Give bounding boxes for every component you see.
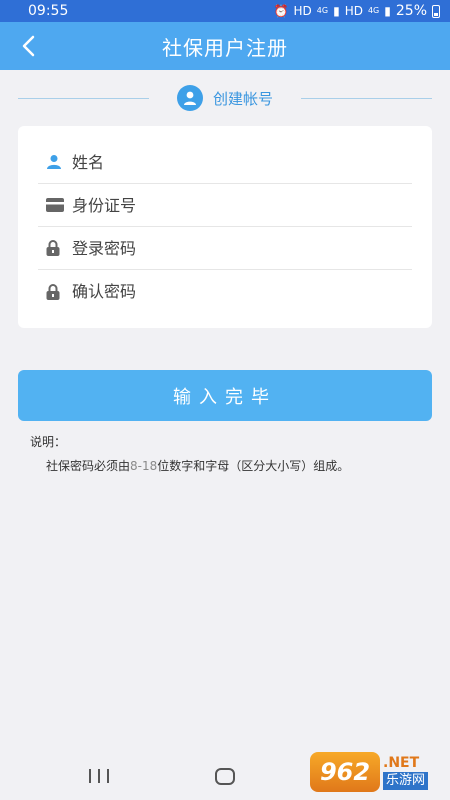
confirm-password-input[interactable]: [72, 282, 412, 301]
network-4g-label: 4G: [316, 6, 329, 15]
home-button[interactable]: [215, 768, 235, 785]
watermark-logo: 962 .NET 乐游网: [310, 748, 444, 796]
user-icon: [38, 154, 72, 170]
password-input[interactable]: [72, 238, 412, 258]
name-field-row: [38, 141, 412, 184]
watermark-site: 乐游网: [383, 772, 429, 790]
confirm-password-field-row: [38, 270, 412, 313]
notes-text: 社保密码必须由8-18位数字和字母（区分大小写）组成。: [46, 457, 349, 474]
notes-text-highlight: 8-18: [130, 459, 158, 473]
lock-icon: [38, 240, 72, 256]
section-divider: 创建帐号: [18, 82, 433, 114]
notes-text-before: 社保密码必须由: [46, 459, 131, 473]
watermark-side: .NET 乐游网: [383, 754, 429, 790]
recent-apps-button[interactable]: [89, 769, 109, 783]
id-number-input[interactable]: [72, 195, 412, 215]
submit-button[interactable]: 输入完毕: [18, 370, 432, 421]
battery-icon: [432, 4, 440, 18]
status-bar: 09:55 ⏰ HD 4G ▮ HD 4G ▮ 25%: [0, 0, 450, 22]
signal-icon: ▮: [333, 4, 340, 18]
alarm-icon: ⏰: [273, 4, 289, 18]
watermark-net: .NET: [383, 755, 420, 771]
app-header: 社保用户注册: [0, 22, 450, 70]
recent-apps-icon: [89, 769, 91, 783]
chevron-left-icon: [22, 35, 35, 57]
back-button[interactable]: [12, 30, 44, 62]
account-icon: [177, 85, 203, 111]
password-field-row: [38, 227, 412, 270]
watermark-962: 962: [310, 752, 380, 792]
hd-label: HD: [293, 4, 312, 18]
network-4g-label-2: 4G: [367, 6, 380, 15]
registration-form: [18, 126, 432, 328]
battery-percent: 25%: [395, 3, 427, 19]
name-input[interactable]: [72, 152, 412, 172]
signal-icon-2: ▮: [384, 4, 391, 18]
divider-line-right: [301, 97, 433, 99]
status-indicators: ⏰ HD 4G ▮ HD 4G ▮ 25%: [274, 3, 440, 19]
page-title: 社保用户注册: [162, 35, 288, 60]
id-card-icon: [38, 198, 72, 212]
section-heading: 创建帐号: [149, 85, 301, 111]
lock-icon: [38, 283, 72, 300]
divider-line-left: [18, 97, 149, 99]
hd-label-2: HD: [344, 4, 363, 18]
section-label: 创建帐号: [213, 89, 274, 108]
status-time: 09:55: [28, 3, 69, 19]
notes-text-after: 位数字和字母（区分大小写）组成。: [157, 459, 350, 473]
id-number-field-row: [38, 184, 412, 227]
notes-title: 说明：: [30, 435, 67, 449]
